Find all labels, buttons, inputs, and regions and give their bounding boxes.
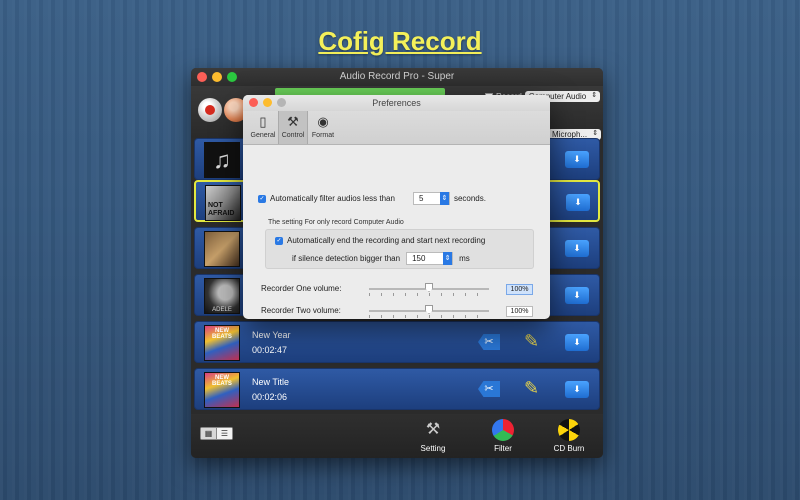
- filter-setting: ✓ Automatically filter audios less than …: [258, 192, 486, 205]
- filter-icon: [492, 419, 514, 441]
- preferences-dialog: Preferences ▯ General ⚒ Control ◉ Format…: [243, 95, 550, 319]
- folder-button[interactable]: ⬇: [565, 334, 589, 351]
- folder-button[interactable]: ⬇: [565, 287, 589, 304]
- list-item[interactable]: NEW BEATS New Title 00:02:06 ✂ ✎ ⬇: [194, 368, 600, 410]
- scissors-icon[interactable]: ✂: [478, 381, 500, 397]
- stepper-arrows-icon[interactable]: ⇕: [439, 192, 449, 205]
- computer-audio-group: ✓ Automatically end the recording and st…: [265, 229, 534, 269]
- filter-seconds-stepper[interactable]: 5 ⇕: [412, 192, 450, 205]
- recorder-one-label: Recorder One volume:: [261, 284, 342, 293]
- recorder-two-slider-knob[interactable]: [425, 305, 433, 314]
- list-item[interactable]: NEW BEATS New Year 00:02:47 ✂ ✎ ⬇: [194, 321, 600, 363]
- recorder-two-label: Recorder Two volume:: [261, 306, 341, 315]
- album-art: NEW BEATS: [204, 372, 240, 408]
- filter-button[interactable]: Filter: [483, 419, 523, 453]
- main-titlebar: Audio Record Pro - Super: [191, 68, 603, 86]
- recording-duration: 00:02:06: [252, 392, 288, 402]
- preferences-body: ✓ Automatically filter audios less than …: [243, 95, 550, 318]
- tools-icon: ⚒: [425, 421, 441, 438]
- zoom-button[interactable]: [227, 72, 237, 82]
- setting-button[interactable]: ⚒ Setting: [413, 419, 453, 453]
- recorder-two-value[interactable]: 100%: [506, 306, 533, 317]
- album-art: [204, 231, 240, 267]
- bottom-toolbar: ▦ ☰ ⚒ Setting Filter CD Burn: [191, 414, 603, 458]
- stepper-arrows-icon[interactable]: ⇕: [443, 252, 453, 265]
- pencil-icon[interactable]: ✎: [524, 331, 539, 352]
- filter-checkbox[interactable]: ✓: [258, 194, 266, 203]
- auto-end-checkbox[interactable]: ✓: [275, 236, 283, 245]
- pencil-icon[interactable]: ✎: [524, 378, 539, 399]
- radiation-icon: [558, 419, 580, 441]
- record-button[interactable]: [198, 98, 222, 122]
- folder-button[interactable]: ⬇: [565, 151, 589, 168]
- folder-button[interactable]: ⬇: [565, 240, 589, 257]
- page-title: Cofig Record: [318, 26, 482, 56]
- album-art: NEW BEATS: [204, 325, 240, 361]
- folder-button[interactable]: ⬇: [565, 381, 589, 398]
- album-art: ADELE: [204, 278, 240, 314]
- grid-view-icon[interactable]: ▦: [201, 428, 216, 439]
- scissors-icon[interactable]: ✂: [478, 334, 500, 350]
- section-label: The setting For only record Computer Aud…: [268, 219, 404, 226]
- record-icon: [205, 105, 215, 115]
- minimize-button[interactable]: [212, 72, 222, 82]
- folder-button[interactable]: ⬇: [566, 194, 590, 211]
- list-view-icon[interactable]: ☰: [216, 428, 232, 439]
- silence-ms-stepper[interactable]: 150 ⇕: [406, 252, 454, 265]
- album-art: NOT AFRAID: [205, 185, 241, 221]
- view-toggle[interactable]: ▦ ☰: [200, 427, 233, 440]
- recorder-one-slider-knob[interactable]: [425, 283, 433, 292]
- music-icon: ♫: [204, 142, 240, 178]
- window-title: Audio Record Pro - Super: [339, 71, 455, 82]
- recording-duration: 00:02:47: [252, 345, 288, 355]
- recording-title: New Year: [252, 330, 291, 340]
- recording-title: New Title: [252, 377, 290, 387]
- cd-burn-button[interactable]: CD Burn: [549, 419, 589, 453]
- recorder-one-value[interactable]: 100%: [506, 284, 533, 295]
- close-button[interactable]: [197, 72, 207, 82]
